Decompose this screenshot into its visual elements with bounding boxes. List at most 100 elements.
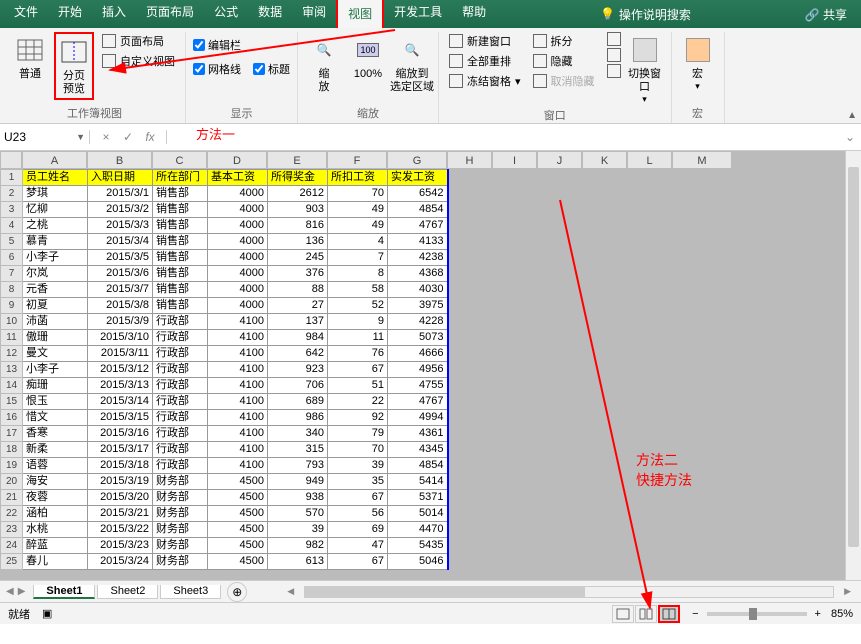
confirm-button[interactable]: ✓ xyxy=(118,130,138,144)
cell[interactable]: 恨玉 xyxy=(23,394,88,410)
cell[interactable]: 4500 xyxy=(208,554,268,570)
cell[interactable]: 4345 xyxy=(388,442,448,458)
cell[interactable]: 4000 xyxy=(208,218,268,234)
name-box[interactable]: ▼ xyxy=(0,130,90,144)
cell[interactable]: 海安 xyxy=(23,474,88,490)
cell[interactable]: 2015/3/15 xyxy=(88,410,153,426)
tab-nav-prev[interactable]: ◀ xyxy=(6,586,14,597)
row-header-14[interactable]: 14 xyxy=(1,378,23,394)
cell[interactable]: 4100 xyxy=(208,394,268,410)
cell[interactable]: 4030 xyxy=(388,282,448,298)
row-header-15[interactable]: 15 xyxy=(1,394,23,410)
cell[interactable]: 2015/3/22 xyxy=(88,522,153,538)
row-header-10[interactable]: 10 xyxy=(1,314,23,330)
zoom-button[interactable]: 🔍缩 放 xyxy=(304,32,344,96)
cell[interactable]: 惜文 xyxy=(23,410,88,426)
cell[interactable]: 水桃 xyxy=(23,522,88,538)
cell[interactable]: 903 xyxy=(268,202,328,218)
select-all-corner[interactable] xyxy=(0,151,22,169)
cell[interactable]: 销售部 xyxy=(153,266,208,282)
cell[interactable]: 销售部 xyxy=(153,234,208,250)
cell[interactable]: 财务部 xyxy=(153,506,208,522)
tab-nav-next[interactable]: ▶ xyxy=(18,586,26,597)
cell[interactable]: 初夏 xyxy=(23,298,88,314)
row-header-11[interactable]: 11 xyxy=(1,330,23,346)
row-header-8[interactable]: 8 xyxy=(1,282,23,298)
col-header-M[interactable]: M xyxy=(672,151,732,169)
formula-bar-checkbox[interactable]: 编辑栏 xyxy=(192,36,242,54)
arrange-all-button[interactable]: 全部重排 xyxy=(445,52,525,70)
cell[interactable]: 2015/3/24 xyxy=(88,554,153,570)
page-break-view-btn[interactable] xyxy=(658,605,680,623)
cell[interactable]: 梦琪 xyxy=(23,186,88,202)
cell[interactable]: 4666 xyxy=(388,346,448,362)
sheet-tab-Sheet1[interactable]: Sheet1 xyxy=(33,585,95,599)
cell[interactable]: 曼文 xyxy=(23,346,88,362)
cell[interactable]: 4500 xyxy=(208,538,268,554)
cell[interactable]: 元香 xyxy=(23,282,88,298)
switch-windows-button[interactable]: 切换窗口▾ xyxy=(625,32,665,107)
cell[interactable]: 340 xyxy=(268,426,328,442)
cell[interactable]: 4100 xyxy=(208,362,268,378)
cell[interactable]: 70 xyxy=(328,442,388,458)
cell[interactable]: 行政部 xyxy=(153,314,208,330)
cell[interactable]: 2015/3/2 xyxy=(88,202,153,218)
cell[interactable]: 4755 xyxy=(388,378,448,394)
view-side-by-side-icon[interactable] xyxy=(607,32,621,46)
cell[interactable]: 49 xyxy=(328,218,388,234)
cell[interactable]: 语蓉 xyxy=(23,458,88,474)
cell[interactable]: 销售部 xyxy=(153,298,208,314)
cell[interactable]: 2612 xyxy=(268,186,328,202)
cell[interactable]: 2015/3/10 xyxy=(88,330,153,346)
cell[interactable]: 816 xyxy=(268,218,328,234)
menu-视图[interactable]: 视图 xyxy=(336,0,384,30)
row-header-20[interactable]: 20 xyxy=(1,474,23,490)
cell[interactable]: 4994 xyxy=(388,410,448,426)
cell[interactable]: 涵柏 xyxy=(23,506,88,522)
cell[interactable]: 4854 xyxy=(388,458,448,474)
hide-button[interactable]: 隐藏 xyxy=(529,52,599,70)
freeze-panes-button[interactable]: 冻结窗格 ▾ xyxy=(445,72,525,90)
cell[interactable]: 销售部 xyxy=(153,186,208,202)
page-layout-button[interactable]: 页面布局 xyxy=(98,32,179,50)
cell[interactable]: 行政部 xyxy=(153,378,208,394)
cell[interactable]: 2015/3/7 xyxy=(88,282,153,298)
page-layout-view-btn[interactable] xyxy=(635,605,657,623)
cell[interactable]: 67 xyxy=(328,490,388,506)
menu-开始[interactable]: 开始 xyxy=(48,0,92,30)
cell[interactable]: 2015/3/23 xyxy=(88,538,153,554)
cell[interactable]: 销售部 xyxy=(153,282,208,298)
row-header-4[interactable]: 4 xyxy=(1,218,23,234)
cell[interactable]: 行政部 xyxy=(153,346,208,362)
cell[interactable]: 2015/3/21 xyxy=(88,506,153,522)
cell[interactable]: 4100 xyxy=(208,378,268,394)
name-box-input[interactable] xyxy=(4,130,64,144)
cell[interactable]: 4000 xyxy=(208,202,268,218)
worksheet-grid[interactable]: 第一页 ABCDEFGHIJKLM1员工姓名入职日期所在部门基本工资所得奖金所扣… xyxy=(0,151,861,580)
cell[interactable]: 793 xyxy=(268,458,328,474)
cell[interactable]: 2015/3/14 xyxy=(88,394,153,410)
cell[interactable]: 4100 xyxy=(208,330,268,346)
cell[interactable]: 4956 xyxy=(388,362,448,378)
cell[interactable]: 财务部 xyxy=(153,554,208,570)
new-sheet-button[interactable]: ⊕ xyxy=(227,582,247,602)
cell[interactable]: 2015/3/20 xyxy=(88,490,153,506)
row-header-19[interactable]: 19 xyxy=(1,458,23,474)
header-cell[interactable]: 入职日期 xyxy=(88,170,153,186)
cell[interactable]: 570 xyxy=(268,506,328,522)
cell[interactable]: 2015/3/9 xyxy=(88,314,153,330)
cell[interactable]: 4470 xyxy=(388,522,448,538)
cell[interactable]: 香寒 xyxy=(23,426,88,442)
cell[interactable]: 痴珊 xyxy=(23,378,88,394)
col-header-L[interactable]: L xyxy=(627,151,672,169)
zoom-in-button[interactable]: + xyxy=(815,608,821,620)
cell[interactable]: 沛菡 xyxy=(23,314,88,330)
header-cell[interactable]: 基本工资 xyxy=(208,170,268,186)
cell[interactable]: 52 xyxy=(328,298,388,314)
cell[interactable]: 49 xyxy=(328,202,388,218)
cell[interactable]: 2015/3/8 xyxy=(88,298,153,314)
zoom-slider[interactable] xyxy=(707,612,807,616)
row-header-18[interactable]: 18 xyxy=(1,442,23,458)
row-header-25[interactable]: 25 xyxy=(1,554,23,570)
cell[interactable]: 137 xyxy=(268,314,328,330)
